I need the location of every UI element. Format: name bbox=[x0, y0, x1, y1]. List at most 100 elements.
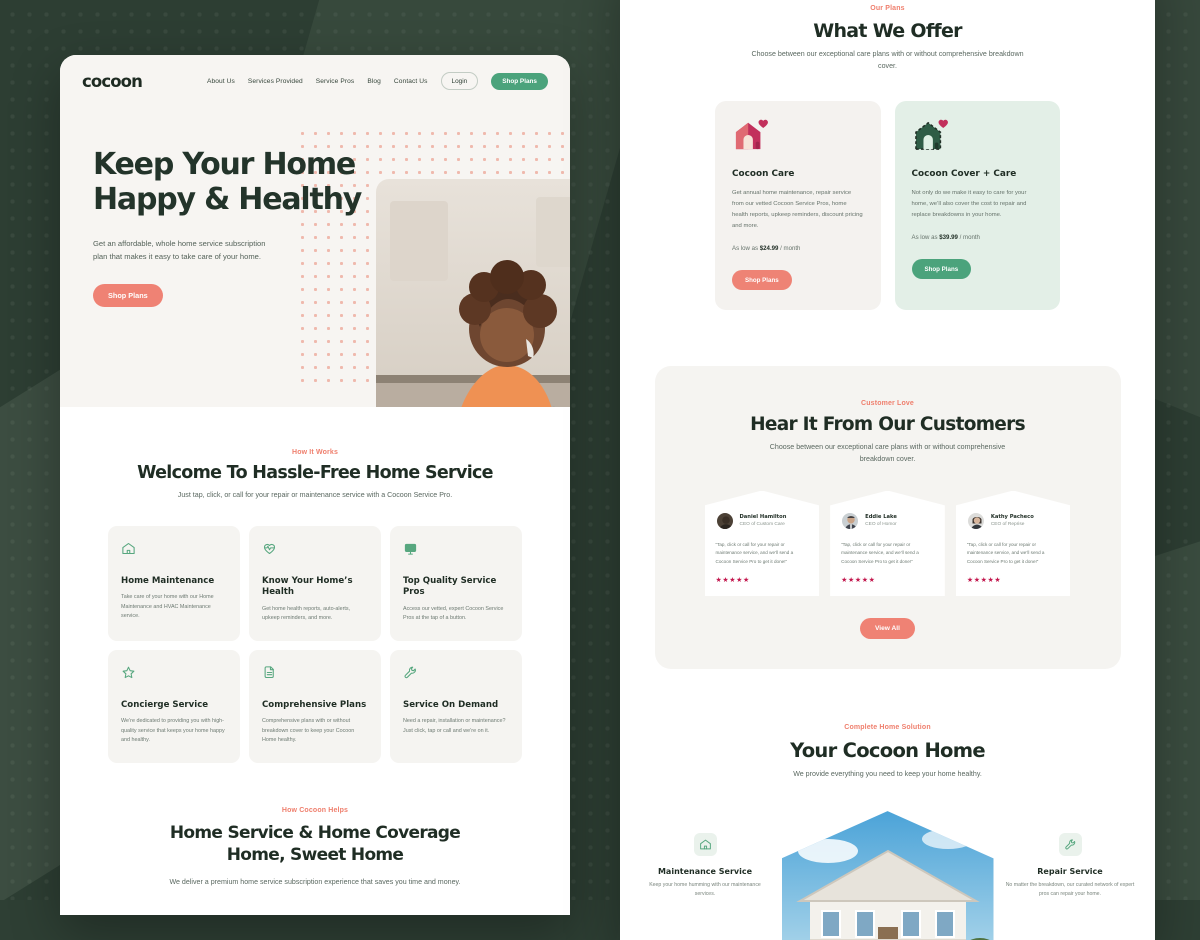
heart-pulse-icon bbox=[262, 541, 368, 561]
site-header: cocoon About Us Services Provided Servic… bbox=[60, 55, 570, 107]
testimonial-header: Daniel Hamilton CEO of Custom Care bbox=[715, 511, 809, 530]
house-heart-green-icon bbox=[912, 119, 950, 151]
plan-price-value: $39.99 bbox=[939, 234, 958, 242]
testimonials-eyebrow: Customer Love bbox=[861, 400, 914, 408]
home-feature-maintenance: Maintenance Service Keep your home hummi… bbox=[639, 833, 771, 900]
brand-logo[interactable]: cocoon bbox=[82, 72, 143, 91]
plan-card-cocoon-cover-care[interactable]: Cocoon Cover + Care Not only do we make … bbox=[894, 101, 1060, 311]
testimonial-role: CEO of Custom Care bbox=[739, 522, 785, 527]
what-we-offer-subtitle: Choose between our exceptional care plan… bbox=[751, 50, 1024, 70]
testimonial-quote: “Tap, click or call for your repair or m… bbox=[715, 541, 794, 565]
nav-item-services-provided[interactable]: Services Provided bbox=[248, 78, 303, 85]
hero-title-line1: Keep Your Home bbox=[93, 147, 356, 182]
wrench-icon bbox=[403, 665, 509, 685]
cocoon-home-title: Your Cocoon Home bbox=[790, 739, 986, 763]
home-feature-title: Maintenance Service bbox=[657, 867, 753, 877]
hero-title: Keep Your Home Happy & Healthy bbox=[93, 147, 378, 218]
cocoon-home-subtitle: We provide everything you need to keep y… bbox=[793, 770, 982, 779]
house-heart-pink-icon bbox=[732, 119, 770, 151]
cocoon-home-section: Complete Home Solution Your Cocoon Home … bbox=[620, 724, 1155, 940]
nav-item-service-pros[interactable]: Service Pros bbox=[316, 78, 355, 85]
website-mockup-right: Our Plans What We Offer Choose between o… bbox=[620, 0, 1155, 940]
nav-item-blog[interactable]: Blog bbox=[367, 78, 381, 85]
plan-card-cocoon-care[interactable]: Cocoon Care Get annual home maintenance,… bbox=[715, 101, 881, 311]
star-rating-icon: ★★★★★ bbox=[841, 577, 876, 585]
plan-price: As low as $39.99 / month bbox=[912, 234, 1044, 241]
feature-title: Know Your Home’s Health bbox=[262, 575, 353, 598]
plan-price: As low as $24.99 / month bbox=[732, 245, 864, 252]
how-cocoon-helps-subtitle: We deliver a premium home service subscr… bbox=[169, 877, 461, 886]
plan-desc: Not only do we make it easy to care for … bbox=[911, 190, 1027, 219]
testimonial-name: Eddie Lake bbox=[865, 514, 897, 520]
home-icon bbox=[693, 833, 717, 857]
home-showcase: Maintenance Service Keep your home hummi… bbox=[620, 811, 1155, 940]
testimonials-section: Customer Love Hear It From Our Customers… bbox=[654, 366, 1121, 670]
testimonial-card[interactable]: Daniel Hamilton CEO of Custom Care “Tap,… bbox=[704, 490, 820, 597]
feature-title: Home Maintenance bbox=[121, 575, 215, 586]
feature-title: Top Quality Service Pros bbox=[403, 575, 497, 598]
feature-desc: Comprehensive plans with or without brea… bbox=[262, 718, 355, 744]
what-we-offer-section: Our Plans What We Offer Choose between o… bbox=[620, 0, 1155, 311]
nav-item-contact-us[interactable]: Contact Us bbox=[394, 78, 428, 85]
feature-card-service-pros[interactable]: Top Quality Service Pros Access our vett… bbox=[390, 525, 522, 641]
hero-photo-woman-cooking bbox=[376, 179, 570, 407]
main-nav: About Us Services Provided Service Pros … bbox=[207, 72, 548, 90]
wrench-icon bbox=[1058, 833, 1082, 857]
testimonial-header: Eddie Lake CEO of Homor bbox=[841, 511, 934, 530]
home-feature-repair: Repair Service No matter the breakdown, … bbox=[1004, 833, 1136, 900]
feature-title: Comprehensive Plans bbox=[262, 699, 367, 710]
feature-card-service-on-demand[interactable]: Service On Demand Need a repair, install… bbox=[390, 649, 522, 763]
shop-plans-nav-button[interactable]: Shop Plans bbox=[491, 72, 548, 90]
feature-title: Concierge Service bbox=[121, 699, 209, 710]
star-rating-icon: ★★★★★ bbox=[966, 577, 1002, 585]
avatar bbox=[966, 511, 985, 530]
star-rating-icon: ★★★★★ bbox=[715, 577, 750, 585]
feature-card-comprehensive-plans[interactable]: Comprehensive Plans Comprehensive plans … bbox=[249, 649, 381, 763]
how-cocoon-helps-eyebrow: How Cocoon Helps bbox=[281, 806, 349, 814]
hero-copy: Keep Your Home Happy & Healthy Get an af… bbox=[93, 147, 378, 308]
document-icon bbox=[262, 665, 368, 685]
plan-card-grid: Cocoon Care Get annual home maintenance,… bbox=[715, 101, 1060, 311]
plan-price-suffix: / month bbox=[778, 245, 801, 253]
avatar bbox=[841, 511, 860, 530]
plan-shop-plans-button-cover[interactable]: Shop Plans bbox=[911, 259, 972, 280]
testimonial-quote: “Tap, click or call for your repair or m… bbox=[841, 541, 919, 565]
avatar bbox=[715, 511, 734, 530]
feature-card-home-health[interactable]: Know Your Home’s Health Get home health … bbox=[249, 525, 381, 641]
feature-card-home-maintenance[interactable]: Home Maintenance Take care of your home … bbox=[108, 525, 240, 641]
how-cocoon-helps-title: Home Service & Home Coverage Home, Sweet… bbox=[60, 822, 570, 866]
home-icon bbox=[121, 541, 227, 561]
how-it-works-section: How It Works Welcome To Hassle-Free Home… bbox=[60, 407, 570, 763]
testimonials-subtitle: Choose between our exceptional care plan… bbox=[769, 443, 1006, 463]
home-feature-desc: No matter the breakdown, our curated net… bbox=[1005, 882, 1135, 898]
plan-shop-plans-button-care[interactable]: Shop Plans bbox=[732, 270, 792, 291]
hero-section: Keep Your Home Happy & Healthy Get an af… bbox=[60, 107, 570, 407]
star-icon bbox=[121, 665, 227, 685]
what-we-offer-title: What We Offer bbox=[813, 20, 962, 42]
cocoon-home-eyebrow: Complete Home Solution bbox=[844, 724, 931, 732]
hero-title-line2: Happy & Healthy bbox=[93, 182, 362, 218]
feature-desc: Access our vetted, expert Cocoon Service… bbox=[403, 605, 504, 622]
testimonial-quote: “Tap, click or call for your repair or m… bbox=[966, 541, 1045, 565]
plan-price-suffix: / month bbox=[957, 234, 980, 242]
nav-item-about-us[interactable]: About Us bbox=[207, 78, 235, 85]
feature-desc: We’re dedicated to providing you with hi… bbox=[121, 718, 225, 744]
how-it-works-title: Welcome To Hassle-Free Home Service bbox=[137, 463, 493, 483]
view-all-button[interactable]: View All bbox=[860, 618, 915, 640]
feature-desc: Get home health reports, auto-alerts, up… bbox=[262, 605, 351, 622]
plan-price-prefix: As low as bbox=[732, 245, 760, 253]
how-it-works-subtitle: Just tap, click, or call for your repair… bbox=[177, 491, 453, 499]
feature-card-concierge-service[interactable]: Concierge Service We’re dedicated to pro… bbox=[108, 649, 240, 763]
how-cocoon-helps-title-line1: Home Service & Home Coverage bbox=[169, 822, 461, 843]
home-feature-title: Repair Service bbox=[1037, 867, 1103, 877]
login-button[interactable]: Login bbox=[440, 72, 479, 90]
testimonial-card[interactable]: Kathy Pacheco CEO of Reprise “Tap, click… bbox=[955, 490, 1071, 597]
testimonials-title: Hear It From Our Customers bbox=[750, 414, 1025, 436]
feature-desc: Need a repair, installation or maintenan… bbox=[403, 718, 506, 734]
monitor-icon bbox=[403, 541, 509, 561]
testimonial-card[interactable]: Eddie Lake CEO of Homor “Tap, click or c… bbox=[830, 490, 945, 597]
hero-shop-plans-button[interactable]: Shop Plans bbox=[93, 284, 163, 308]
plan-price-prefix: As low as bbox=[911, 234, 940, 242]
hero-subtitle: Get an affordable, whole home service su… bbox=[93, 238, 266, 262]
home-photo-house bbox=[781, 811, 994, 940]
